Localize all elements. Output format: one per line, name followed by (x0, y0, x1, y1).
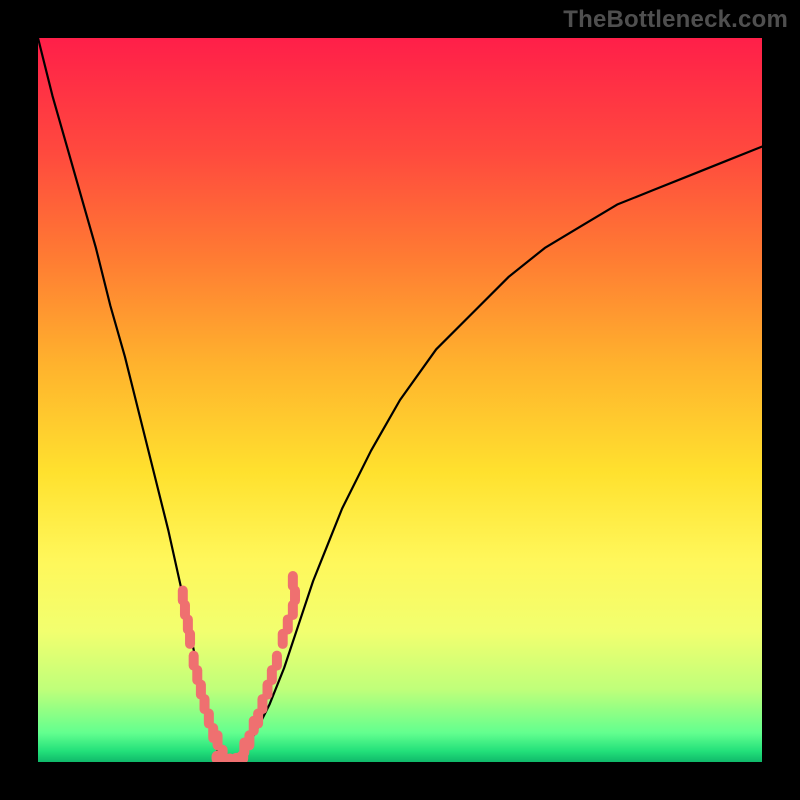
marker-right-cluster (272, 651, 282, 671)
marker-right-cluster (288, 571, 298, 591)
chart-svg (38, 38, 762, 762)
chart-container: TheBottleneck.com (0, 0, 800, 800)
marker-left-cluster (185, 629, 195, 649)
watermark-label: TheBottleneck.com (563, 6, 788, 34)
curve-curve (38, 38, 762, 762)
plot-area (38, 38, 762, 762)
